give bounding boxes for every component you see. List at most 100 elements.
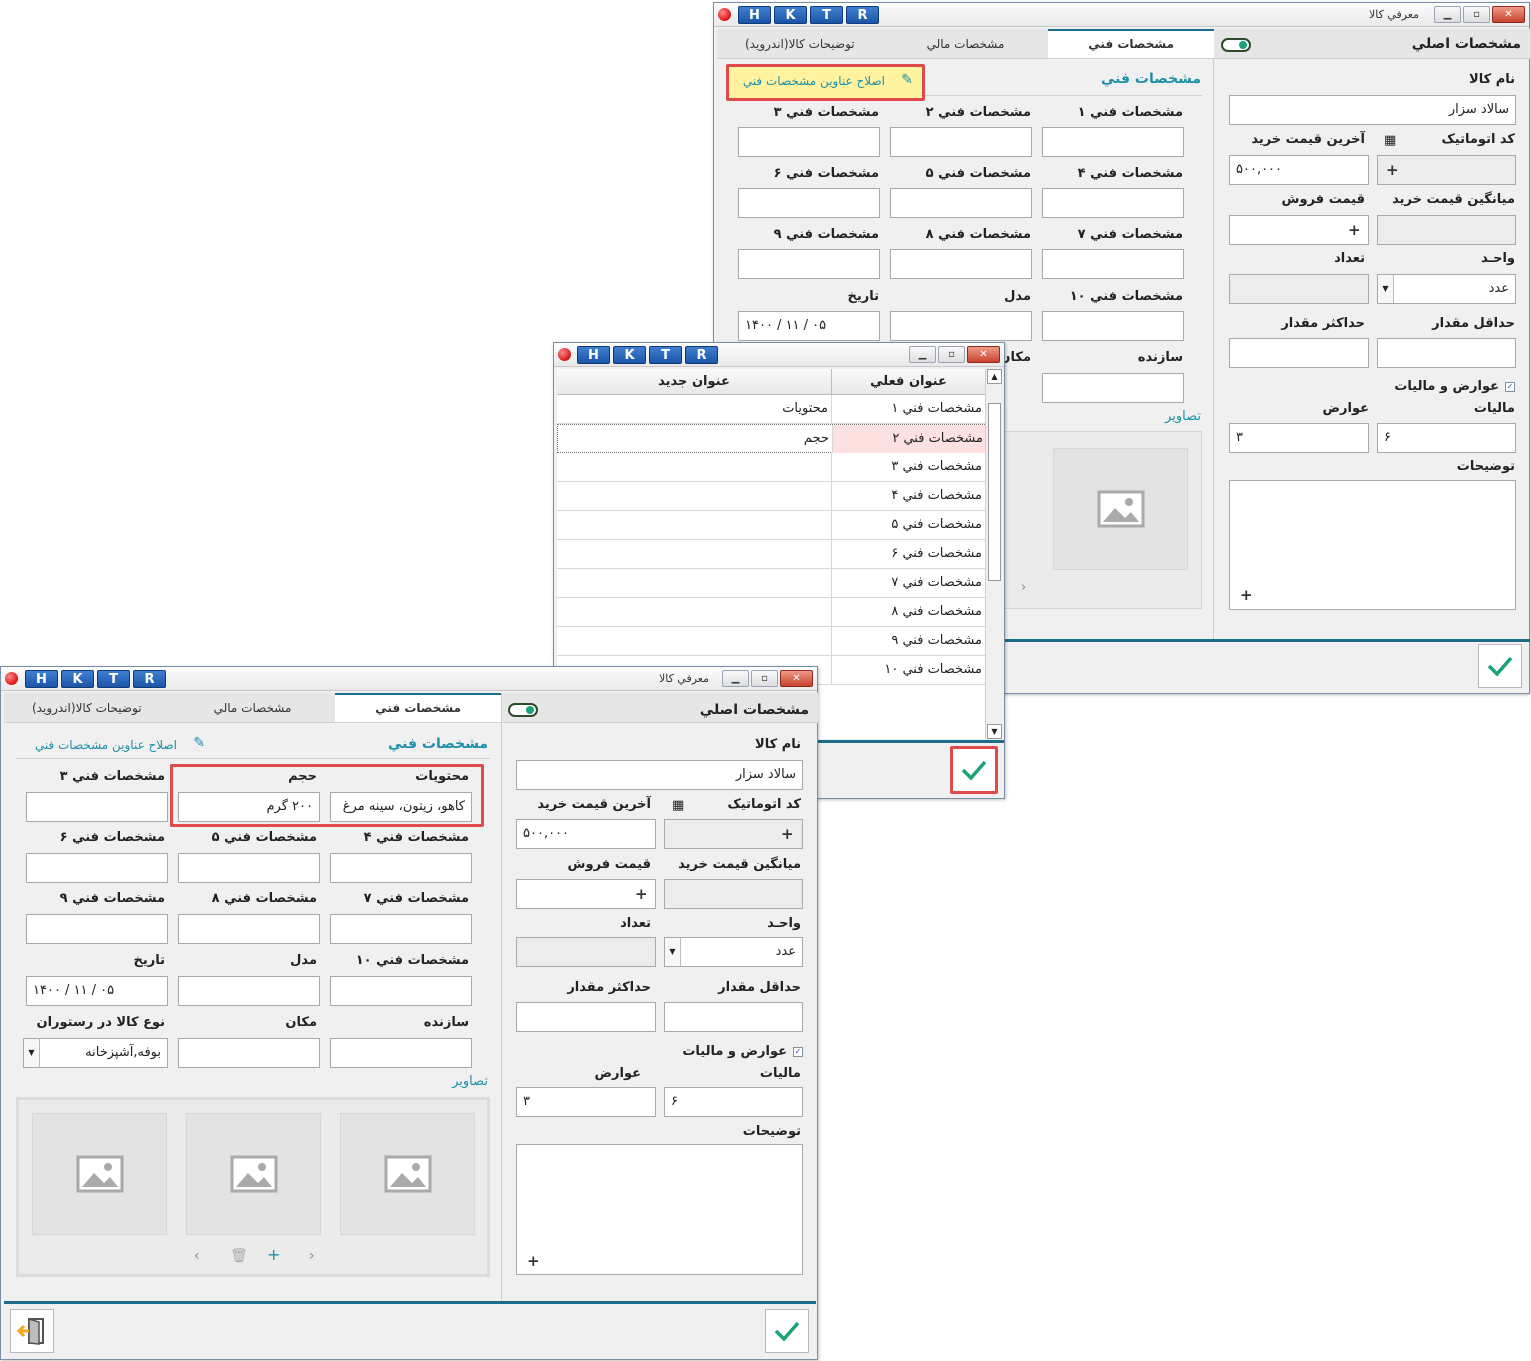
column-current-header[interactable]: عنوان فعلي (831, 369, 985, 394)
name-input[interactable]: سالاد سزار (516, 760, 803, 790)
chevron-left-icon[interactable]: ‹ (194, 1248, 200, 1264)
duties-checkbox[interactable]: ✓ (793, 1047, 803, 1057)
tab-android[interactable]: توضيحات كالا(اندرويد) (717, 29, 883, 58)
add-image-icon[interactable]: + (267, 1245, 280, 1264)
confirm-button[interactable] (1478, 644, 1522, 688)
model-input[interactable] (890, 311, 1032, 341)
hotkey-k-button[interactable]: K (613, 346, 646, 364)
tab-financial[interactable]: مشخصات مالي (883, 29, 1049, 58)
spec6-input[interactable] (26, 853, 168, 883)
last-price-input[interactable]: ۵۰۰,۰۰۰ (1229, 155, 1369, 185)
active-toggle[interactable] (508, 703, 538, 717)
close-button[interactable]: ✕ (780, 670, 813, 687)
duties-checkbox[interactable]: ✓ (1505, 382, 1515, 392)
maker-input[interactable] (330, 1038, 472, 1068)
avg-price-input[interactable] (664, 879, 803, 909)
vertical-scrollbar[interactable]: ▲ ▼ (985, 369, 1002, 739)
maximize-button[interactable]: ▫ (751, 670, 778, 687)
tax-input[interactable]: ۶ (664, 1087, 803, 1117)
confirm-button[interactable] (765, 1309, 809, 1353)
unit-select[interactable]: عدد ▼ (1377, 274, 1516, 304)
minimize-button[interactable]: ▁ (909, 346, 936, 363)
hotkey-h-button[interactable]: H (25, 670, 58, 688)
table-row[interactable]: مشخصات فني ۹ (557, 627, 985, 656)
spec7-input[interactable] (1042, 249, 1184, 279)
hotkey-h-button[interactable]: H (577, 346, 610, 364)
chevron-down-icon[interactable]: ▼ (24, 1039, 40, 1067)
sale-price-input[interactable]: + (516, 879, 656, 909)
hotkey-r-button[interactable]: R (846, 6, 879, 24)
minimize-button[interactable]: ▁ (722, 670, 749, 687)
avg-price-input[interactable] (1377, 215, 1516, 245)
spec10-input[interactable] (330, 976, 472, 1006)
hotkey-t-button[interactable]: T (649, 346, 682, 364)
tab-tech-specs[interactable]: مشخصات فني (1048, 29, 1214, 58)
table-row[interactable]: مشخصات فني ۴ (557, 482, 985, 511)
description-textarea[interactable]: + (516, 1144, 803, 1275)
description-textarea[interactable]: + (1229, 480, 1516, 610)
exit-button[interactable] (10, 1309, 54, 1353)
close-button[interactable]: ✕ (1492, 6, 1525, 23)
spec8-input[interactable] (890, 249, 1032, 279)
sale-price-input[interactable]: + (1229, 215, 1369, 245)
place-input[interactable] (178, 1038, 320, 1068)
auto-code-input[interactable]: + (1377, 155, 1516, 185)
min-qty-input[interactable] (1377, 338, 1516, 368)
maximize-button[interactable]: ▫ (938, 346, 965, 363)
count-input[interactable] (516, 937, 656, 967)
image-placeholder-2[interactable] (186, 1113, 321, 1235)
chevron-down-icon[interactable]: ▼ (665, 938, 681, 966)
hotkey-k-button[interactable]: K (61, 670, 94, 688)
trash-icon[interactable]: 🗑 (230, 1248, 248, 1264)
image-placeholder[interactable] (1053, 448, 1188, 570)
column-new-header[interactable]: عنوان جديد (557, 369, 831, 394)
chevron-right-icon[interactable]: › (309, 1248, 315, 1264)
active-toggle[interactable] (1221, 38, 1251, 52)
tab-android[interactable]: توضيحات كالا(اندرويد) (4, 693, 170, 722)
table-row[interactable]: مشخصات فني ۷ (557, 569, 985, 598)
plus-icon[interactable]: + (1240, 581, 1253, 609)
min-qty-input[interactable] (664, 1002, 803, 1032)
hotkey-h-button[interactable]: H (738, 6, 771, 24)
plus-icon[interactable]: + (781, 820, 794, 848)
chevron-right-icon[interactable]: › (1021, 580, 1026, 595)
hotkey-k-button[interactable]: K (774, 6, 807, 24)
table-row[interactable]: مشخصات فني ۸ (557, 598, 985, 627)
image-placeholder-3[interactable] (32, 1113, 167, 1235)
qr-icon[interactable]: ▦ (672, 798, 684, 813)
scroll-up-icon[interactable]: ▲ (987, 369, 1002, 384)
table-row[interactable]: مشخصات فني ۱ محتويات (557, 395, 985, 424)
food-type-select[interactable]: بوفه,آشپزخانه ▼ (23, 1038, 168, 1068)
spec1-input[interactable] (1042, 127, 1184, 157)
auto-code-input[interactable]: + (664, 819, 803, 849)
plus-icon[interactable]: + (1348, 216, 1361, 244)
image-placeholder-1[interactable] (340, 1113, 475, 1235)
spec9-input[interactable] (26, 914, 168, 944)
spec10-input[interactable] (1042, 311, 1184, 341)
scroll-down-icon[interactable]: ▼ (987, 724, 1002, 739)
plus-icon[interactable]: + (527, 1247, 540, 1274)
max-qty-input[interactable] (516, 1002, 656, 1032)
spec8-input[interactable] (178, 914, 320, 944)
hotkey-t-button[interactable]: T (97, 670, 130, 688)
spec3-input[interactable] (26, 792, 168, 822)
tab-financial[interactable]: مشخصات مالي (170, 693, 336, 722)
max-qty-input[interactable] (1229, 338, 1369, 368)
plus-icon[interactable]: + (1386, 156, 1399, 184)
table-row[interactable]: مشخصات فني ۶ (557, 540, 985, 569)
hotkey-t-button[interactable]: T (810, 6, 843, 24)
duty-input[interactable]: ۳ (1229, 423, 1369, 453)
model-input[interactable] (178, 976, 320, 1006)
plus-icon[interactable]: + (635, 880, 648, 908)
scroll-thumb[interactable] (988, 403, 1001, 581)
maker-input[interactable] (1042, 373, 1184, 403)
table-row[interactable]: مشخصات فني ۵ (557, 511, 985, 540)
table-row[interactable]: مشخصات فني ۳ (557, 453, 985, 482)
name-input[interactable]: سالاد سزار (1229, 95, 1516, 125)
spec6-input[interactable] (738, 188, 880, 218)
tab-tech-specs[interactable]: مشخصات فني (335, 693, 501, 722)
spec4-input[interactable] (330, 853, 472, 883)
spec5-input[interactable] (890, 188, 1032, 218)
spec9-input[interactable] (738, 249, 880, 279)
count-input[interactable] (1229, 274, 1369, 304)
